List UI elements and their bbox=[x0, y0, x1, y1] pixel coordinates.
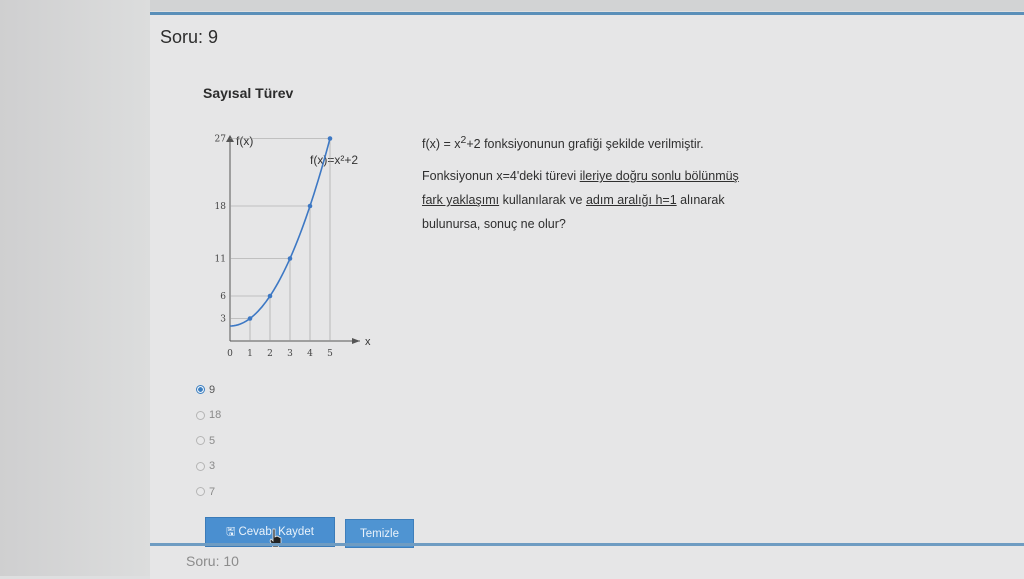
y-tick-label: 18 bbox=[215, 202, 227, 212]
y-tick-label: 6 bbox=[220, 292, 226, 302]
x-tick-label: 5 bbox=[327, 349, 333, 359]
question-title: Soru: 9 bbox=[160, 27, 219, 47]
divider bbox=[150, 543, 1024, 546]
next-question-title: Soru: 10 bbox=[186, 553, 239, 569]
y-tick-label: 3 bbox=[220, 315, 226, 325]
option-label: 7 bbox=[209, 485, 216, 498]
curve-point bbox=[287, 256, 293, 261]
option-3[interactable]: 5 bbox=[196, 428, 221, 454]
line3-underlined-a: fark yaklaşımı bbox=[422, 193, 500, 208]
radio-option-4[interactable] bbox=[196, 461, 205, 471]
left-margin bbox=[0, 0, 150, 576]
option-2[interactable]: 18 bbox=[196, 403, 221, 429]
line3-text-b: kullanılarak ve bbox=[499, 193, 586, 208]
function-graph: f(x) x f(x)=x²+2 27 18 11 6 3 0 1 2 3 4 5 bbox=[200, 123, 380, 368]
option-label: 3 bbox=[209, 460, 216, 473]
x-axis-label: x bbox=[365, 336, 371, 348]
question-panel: Soru: 9 Sayısal Türev f(x) x f(x)=x²+2 2… bbox=[150, 12, 1024, 579]
question-line-3: fark yaklaşımı kullanılarak ve adım aral… bbox=[422, 188, 832, 212]
option-4[interactable]: 3 bbox=[196, 454, 221, 480]
curve-point bbox=[247, 316, 253, 321]
x-tick-label: 3 bbox=[287, 349, 293, 359]
line3-underlined-c: adım aralığı h=1 bbox=[585, 193, 677, 208]
curve-point bbox=[307, 203, 313, 209]
floppy-disk-icon: 🖫 bbox=[226, 525, 236, 538]
answer-options: 9 18 5 3 7 bbox=[196, 377, 221, 505]
option-label: 5 bbox=[209, 434, 216, 447]
top-strip bbox=[150, 0, 1024, 11]
radio-option-5[interactable] bbox=[196, 487, 205, 497]
graph-svg: f(x) x f(x)=x²+2 27 18 11 6 3 0 1 2 3 4 5 bbox=[215, 134, 371, 359]
line2-text: Fonksiyonun x=4'deki türevi bbox=[422, 169, 580, 184]
curve-label: f(x)=x²+2 bbox=[310, 153, 358, 167]
line2-underlined: ileriye doğru sonlu bölünmüş bbox=[579, 169, 739, 184]
guide-lines bbox=[230, 138, 331, 341]
line3-text-d: alınarak bbox=[676, 193, 725, 208]
question-text: f(x) = x2+2 fonksiyonunun grafiği şekild… bbox=[422, 129, 832, 236]
y-tick-label: 27 bbox=[215, 135, 227, 145]
question-line-4: bulunursa, sonuç ne olur? bbox=[422, 217, 566, 232]
question-line-1: f(x) = x2+2 fonksiyonunun grafiği şekild… bbox=[422, 129, 832, 156]
radio-option-3[interactable] bbox=[196, 436, 205, 446]
option-label: 18 bbox=[209, 409, 222, 422]
option-5[interactable]: 7 bbox=[196, 479, 221, 505]
question-subject: Sayısal Türev bbox=[203, 85, 294, 101]
radio-option-1[interactable] bbox=[196, 385, 205, 395]
curve-point bbox=[267, 293, 273, 299]
question-line-2: Fonksiyonun x=4'deki türevi ileriye doğr… bbox=[422, 164, 832, 188]
option-1[interactable]: 9 bbox=[196, 377, 221, 403]
x-tick-label: 1 bbox=[247, 349, 253, 359]
formula-text: +2 fonksiyonunun grafiği şekilde verilmi… bbox=[466, 137, 704, 152]
y-tick-label: 11 bbox=[215, 255, 226, 265]
x-tick-label: 4 bbox=[307, 349, 313, 359]
x-axis-arrow bbox=[352, 338, 360, 344]
x-tick-label: 2 bbox=[267, 349, 273, 359]
y-axis-label: f(x) bbox=[236, 134, 253, 148]
formula-base: f(x) = x bbox=[422, 137, 461, 152]
x-tick-label: 0 bbox=[227, 349, 233, 359]
radio-option-2[interactable] bbox=[196, 410, 205, 420]
option-label: 9 bbox=[209, 383, 216, 396]
curve-point bbox=[327, 136, 333, 141]
